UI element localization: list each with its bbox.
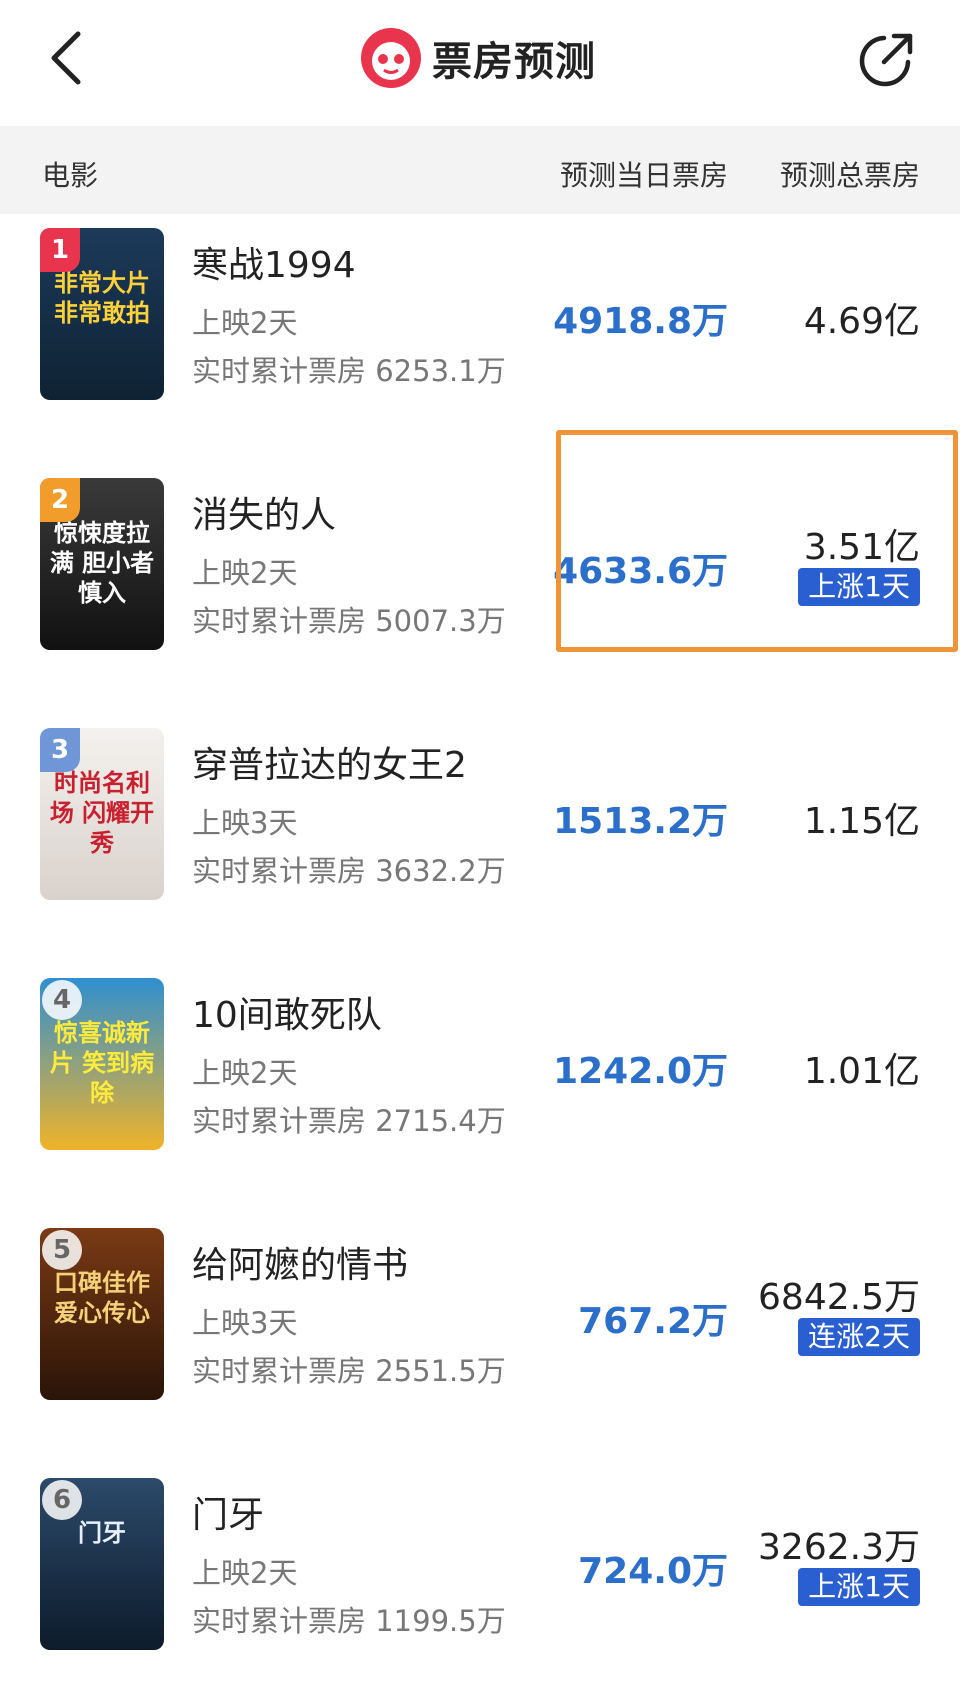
cumulative-box-office: 实时累计票房 3632.2万: [192, 854, 506, 888]
movie-poster[interactable]: 门牙 6: [40, 1478, 164, 1650]
rank-badge: 1: [40, 228, 80, 272]
column-total-forecast: 预测总票房: [779, 159, 920, 192]
maoyan-logo-icon: [361, 28, 421, 88]
page-title: 票房预测: [432, 39, 596, 85]
day-forecast: 1242.0万: [553, 1051, 728, 1092]
day-forecast: 724.0万: [578, 1551, 728, 1592]
movie-row[interactable]: 非常大片 非常敢拍 1 寒战1994 上映2天 实时累计票房 6253.1万 4…: [0, 214, 960, 464]
day-forecast: 4918.8万: [553, 301, 728, 342]
release-days: 上映3天: [192, 1306, 298, 1340]
share-icon[interactable]: [854, 28, 918, 92]
movie-poster[interactable]: 口碑佳作 爱心传心 5: [40, 1228, 164, 1400]
rank-badge: 6: [42, 1480, 82, 1520]
highlight-box: [556, 430, 958, 652]
rank-badge: 3: [40, 728, 80, 772]
page-title-group: 票房预测: [360, 26, 596, 90]
movie-row[interactable]: 惊喜诚新片 笑到病除 4 10间敢死队 上映2天 实时累计票房 2715.4万 …: [0, 964, 960, 1214]
release-days: 上映2天: [192, 1556, 298, 1590]
column-movie: 电影: [42, 159, 99, 192]
movie-title: 穿普拉达的女王2: [192, 745, 467, 786]
total-forecast: 4.69亿: [803, 301, 920, 342]
rank-badge: 5: [42, 1230, 82, 1270]
trend-badge: 连涨2天: [798, 1318, 920, 1356]
day-forecast: 1513.2万: [553, 801, 728, 842]
movie-poster[interactable]: 非常大片 非常敢拍 1: [40, 228, 164, 400]
total-forecast: 1.15亿: [803, 801, 920, 842]
cumulative-box-office: 实时累计票房 6253.1万: [192, 354, 506, 388]
release-days: 上映2天: [192, 556, 298, 590]
back-arrow-icon[interactable]: [40, 28, 100, 88]
cumulative-box-office: 实时累计票房 5007.3万: [192, 604, 506, 638]
column-header: 电影 预测当日票房 预测总票房: [0, 126, 960, 214]
movie-title: 给阿嬷的情书: [192, 1245, 409, 1286]
total-forecast: 3262.3万: [758, 1527, 920, 1568]
top-bar: 票房预测: [0, 0, 960, 126]
movie-title: 门牙: [192, 1495, 265, 1536]
release-days: 上映2天: [192, 306, 298, 340]
column-day-forecast: 预测当日票房: [559, 159, 728, 192]
movie-poster[interactable]: 时尚名利场 闪耀开秀 3: [40, 728, 164, 900]
release-days: 上映3天: [192, 806, 298, 840]
day-forecast: 767.2万: [578, 1301, 728, 1342]
movie-title: 消失的人: [192, 495, 337, 536]
movie-row[interactable]: 口碑佳作 爱心传心 5 给阿嬷的情书 上映3天 实时累计票房 2551.5万 7…: [0, 1214, 960, 1464]
release-days: 上映2天: [192, 1056, 298, 1090]
cumulative-box-office: 实时累计票房 2551.5万: [192, 1354, 506, 1388]
trend-badge: 上涨1天: [798, 1568, 920, 1606]
total-forecast: 6842.5万: [758, 1277, 920, 1318]
movie-title: 寒战1994: [192, 245, 356, 286]
movie-row[interactable]: 时尚名利场 闪耀开秀 3 穿普拉达的女王2 上映3天 实时累计票房 3632.2…: [0, 714, 960, 964]
cumulative-box-office: 实时累计票房 1199.5万: [192, 1604, 506, 1638]
movie-row[interactable]: 门牙 6 门牙 上映2天 实时累计票房 1199.5万 724.0万 3262.…: [0, 1464, 960, 1684]
rank-badge: 2: [40, 478, 80, 522]
rank-badge: 4: [42, 980, 82, 1020]
movie-poster[interactable]: 惊喜诚新片 笑到病除 4: [40, 978, 164, 1150]
movie-poster[interactable]: 惊悚度拉满 胆小者慎入 2: [40, 478, 164, 650]
cumulative-box-office: 实时累计票房 2715.4万: [192, 1104, 506, 1138]
movie-title: 10间敢死队: [192, 995, 382, 1036]
total-forecast: 1.01亿: [803, 1051, 920, 1092]
